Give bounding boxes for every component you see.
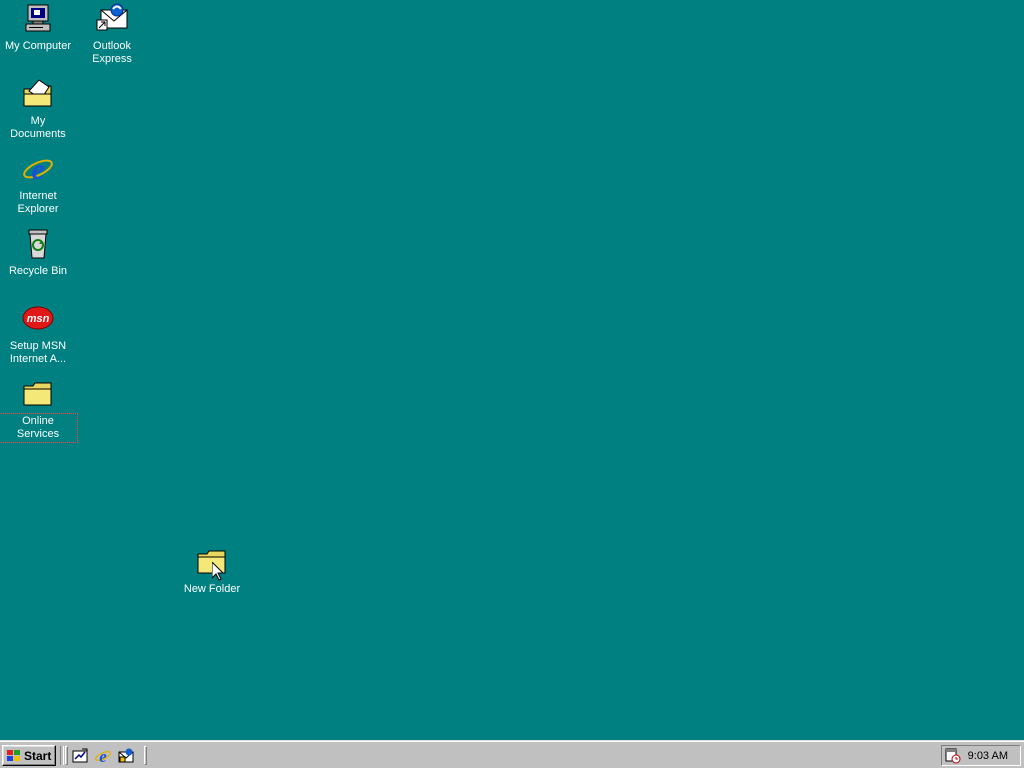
my-documents-icon bbox=[21, 77, 55, 111]
desktop-icon-my-computer[interactable]: My Computer bbox=[0, 2, 76, 53]
desktop-icon-label: Setup MSN Internet A... bbox=[9, 340, 67, 365]
quick-launch-internet-explorer[interactable]: e bbox=[94, 747, 112, 765]
desktop-icon-outlook-express[interactable]: Outlook Express bbox=[74, 2, 150, 66]
recycle-bin-icon bbox=[21, 227, 55, 261]
svg-text:e: e bbox=[31, 153, 44, 186]
mouse-cursor-icon bbox=[212, 562, 224, 581]
svg-text:msn: msn bbox=[27, 313, 50, 325]
desktop-icon-label: Internet Explorer bbox=[17, 190, 59, 215]
desktop-icon-internet-explorer[interactable]: e Internet Explorer bbox=[0, 152, 76, 216]
desktop-icon-setup-msn[interactable]: msn Setup MSN Internet A... bbox=[0, 302, 76, 366]
desktop-icon-label: New Folder bbox=[183, 583, 241, 595]
internet-explorer-icon: e bbox=[21, 152, 55, 186]
quick-launch-outlook-express[interactable] bbox=[117, 747, 135, 765]
my-computer-icon bbox=[21, 2, 55, 36]
desktop[interactable]: My Computer Outlook Express My Documents bbox=[0, 0, 1024, 740]
windows-logo-icon bbox=[7, 749, 20, 761]
desktop-icon-online-services[interactable]: Online Services bbox=[0, 377, 78, 443]
outlook-express-icon bbox=[118, 748, 134, 763]
taskbar-grip[interactable] bbox=[144, 746, 147, 765]
outlook-express-icon bbox=[95, 2, 129, 36]
start-button-label: Start bbox=[24, 748, 52, 763]
taskbar-divider bbox=[60, 746, 64, 765]
folder-icon bbox=[21, 377, 55, 411]
desktop-icon-my-documents[interactable]: My Documents bbox=[0, 77, 76, 141]
taskbar: Start e 9:03 AM bbox=[0, 740, 1024, 768]
svg-text:e: e bbox=[99, 747, 107, 765]
desktop-icon-label: Outlook Express bbox=[92, 40, 132, 65]
desktop-icon-label: My Documents bbox=[10, 115, 66, 140]
desktop-icon-label: Recycle Bin bbox=[8, 265, 68, 277]
scheduler-icon[interactable] bbox=[945, 748, 961, 764]
desktop-icon-recycle-bin[interactable]: Recycle Bin bbox=[0, 227, 76, 278]
desktop-icon-label: Online Services bbox=[0, 413, 78, 443]
start-button[interactable]: Start bbox=[2, 745, 56, 766]
desktop-icon-label: My Computer bbox=[4, 40, 72, 52]
show-desktop-icon bbox=[72, 748, 88, 763]
quick-launch-show-desktop[interactable] bbox=[71, 747, 89, 765]
clock[interactable]: 9:03 AM bbox=[968, 750, 1008, 762]
msn-icon: msn bbox=[21, 302, 55, 336]
quick-launch-grip[interactable] bbox=[65, 746, 68, 765]
internet-explorer-icon: e bbox=[95, 747, 111, 765]
system-tray: 9:03 AM bbox=[941, 745, 1021, 766]
